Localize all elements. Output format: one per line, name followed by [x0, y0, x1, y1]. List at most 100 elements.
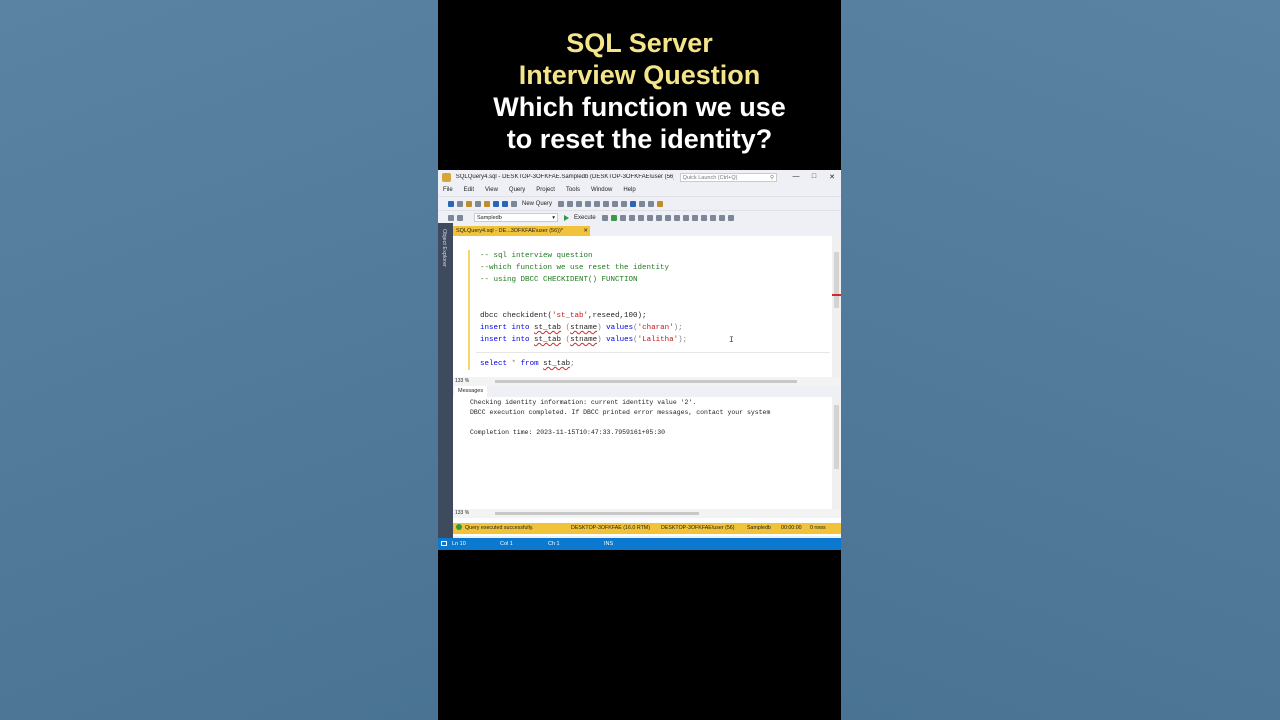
scroll-thumb[interactable] [834, 252, 839, 308]
menu-project[interactable]: Project [536, 187, 555, 193]
undo-icon[interactable] [630, 200, 637, 207]
query-status-text: Query executed successfully. [465, 525, 534, 531]
query-editor[interactable]: -- sql interview question --which functi… [453, 236, 841, 377]
window-title: SQLQuery4.sql - DESKTOP-3OFKFAE.Sampledb… [455, 174, 674, 180]
caption-line-4: to reset the identity? [506, 124, 773, 154]
scroll-thumb[interactable] [495, 512, 699, 515]
title-bar: SQLQuery4.sql - DESKTOP-3OFKFAE.Sampledb… [438, 170, 841, 184]
toolbar-icon[interactable] [709, 214, 716, 221]
toolbar-icon[interactable] [457, 214, 463, 221]
parse-icon[interactable] [610, 214, 617, 221]
status-elapsed: 00:00:00 [781, 525, 802, 531]
toolbar-icon[interactable] [664, 214, 671, 221]
redo-icon[interactable] [639, 200, 646, 207]
toolbar-icon[interactable] [558, 200, 565, 207]
database-select[interactable]: Sampledb ▾ [474, 213, 558, 222]
success-icon [456, 524, 462, 530]
code-text: -- sql interview question --which functi… [480, 250, 687, 370]
toolbar-icon[interactable] [567, 200, 574, 207]
toolbar-icon[interactable] [576, 200, 583, 207]
minimize-icon[interactable]: — [787, 173, 805, 181]
editor-horizontal-scrollbar[interactable]: 133 % [453, 377, 841, 386]
menu-query[interactable]: Query [509, 187, 525, 193]
scroll-thumb[interactable] [495, 380, 797, 383]
new-file-icon[interactable] [475, 200, 481, 207]
editor-vertical-scrollbar[interactable] [832, 236, 841, 377]
object-explorer-label[interactable]: Object Explorer [441, 229, 447, 267]
status-insert-mode: INS [604, 541, 614, 547]
toolbar-icon[interactable] [628, 214, 635, 221]
chevron-down-icon: ▾ [552, 215, 555, 221]
toolbar-icon[interactable] [601, 214, 608, 221]
maximize-icon[interactable]: □ [805, 173, 823, 181]
video-frame: SQL Server Interview Question Which func… [438, 0, 841, 720]
messages-zoom-select[interactable]: 133 % [455, 509, 469, 518]
toolbar-icon[interactable] [648, 200, 655, 207]
toolbar-icon[interactable] [727, 214, 734, 221]
status-column: Col 1 [500, 541, 513, 547]
toolbar-icon[interactable] [691, 214, 698, 221]
close-tab-icon[interactable]: ✕ [583, 226, 588, 236]
toolbar-icon[interactable] [646, 214, 653, 221]
text-cursor-icon: I [729, 336, 734, 345]
document-tab-row: SQLQuery4.sql - DE...3OFKFAE\user (56))*… [453, 226, 841, 236]
back-icon[interactable] [448, 200, 454, 207]
column-name: stname [570, 324, 598, 332]
status-char: Ch 1 [548, 541, 560, 547]
editor-zoom-select[interactable]: 133 % [455, 377, 469, 386]
toolbar-icon[interactable] [657, 200, 664, 207]
table-name: st_tab [534, 336, 562, 344]
object-explorer-strip[interactable]: Object Explorer [438, 223, 453, 538]
quick-launch-input[interactable]: Quick Launch (Ctrl+Q) ⚲ [679, 172, 777, 182]
status-user: DESKTOP-3OFKFAE\user (56) [661, 525, 735, 531]
scroll-thumb[interactable] [834, 405, 839, 469]
copy-icon[interactable] [612, 200, 619, 207]
menu-edit[interactable]: Edit [464, 187, 474, 193]
toolbar-icon[interactable] [682, 214, 689, 221]
status-database: Sampledb [747, 525, 771, 531]
paste-icon[interactable] [621, 200, 628, 207]
cut-icon[interactable] [603, 200, 610, 207]
caption-line-1: SQL Server [566, 28, 713, 58]
messages-pane[interactable]: Checking identity information: current i… [453, 397, 841, 509]
tab-sqlquery4[interactable]: SQLQuery4.sql - DE...3OFKFAE\user (56))*… [453, 226, 590, 236]
toolbar-icon[interactable] [448, 214, 454, 221]
menu-bar: File Edit View Query Project Tools Windo… [438, 184, 841, 196]
kw-select: select [480, 360, 508, 368]
menu-view[interactable]: View [485, 187, 498, 193]
toolbar-icon[interactable] [585, 200, 592, 207]
tab-label: SQLQuery4.sql - DE...3OFKFAE\user (56))* [456, 228, 563, 234]
messages-horizontal-scrollbar[interactable]: 133 % [453, 509, 841, 518]
toolbar-icon[interactable] [637, 214, 644, 221]
table-name: st_tab [534, 324, 562, 332]
execute-button[interactable]: Execute [574, 215, 596, 221]
new-query-button[interactable]: New Query [522, 201, 552, 207]
toolbar-icon[interactable] [700, 214, 707, 221]
toolbar-icon[interactable] [673, 214, 680, 221]
new-project-icon[interactable] [466, 200, 472, 207]
code-line: --which function we use reset the identi… [480, 264, 670, 272]
search-icon: ⚲ [769, 174, 774, 181]
toolbar-icon[interactable] [655, 214, 662, 221]
execute-icon[interactable] [564, 214, 569, 221]
save-icon[interactable] [493, 200, 499, 207]
ssms-window: SQLQuery4.sql - DESKTOP-3OFKFAE.Sampledb… [438, 170, 841, 550]
messages-vertical-scrollbar[interactable] [832, 397, 841, 509]
menu-window[interactable]: Window [591, 187, 612, 193]
new-query-icon[interactable] [511, 200, 517, 207]
toolbar-icon[interactable] [619, 214, 626, 221]
open-icon[interactable] [484, 200, 490, 207]
menu-help[interactable]: Help [623, 187, 635, 193]
forward-icon[interactable] [457, 200, 463, 207]
quick-launch-placeholder: Quick Launch (Ctrl+Q) [682, 174, 738, 181]
menu-tools[interactable]: Tools [566, 187, 580, 193]
kw-values: values [606, 324, 634, 332]
save-all-icon[interactable] [502, 200, 508, 207]
toolbar-icon[interactable] [718, 214, 725, 221]
close-icon[interactable]: ✕ [823, 173, 841, 181]
tab-messages[interactable]: Messages [454, 386, 488, 397]
background-right [841, 0, 1280, 720]
toolbar-icon[interactable] [594, 200, 601, 207]
sql-toolbar: Sampledb ▾ Execute [438, 210, 841, 224]
menu-file[interactable]: File [443, 187, 453, 193]
